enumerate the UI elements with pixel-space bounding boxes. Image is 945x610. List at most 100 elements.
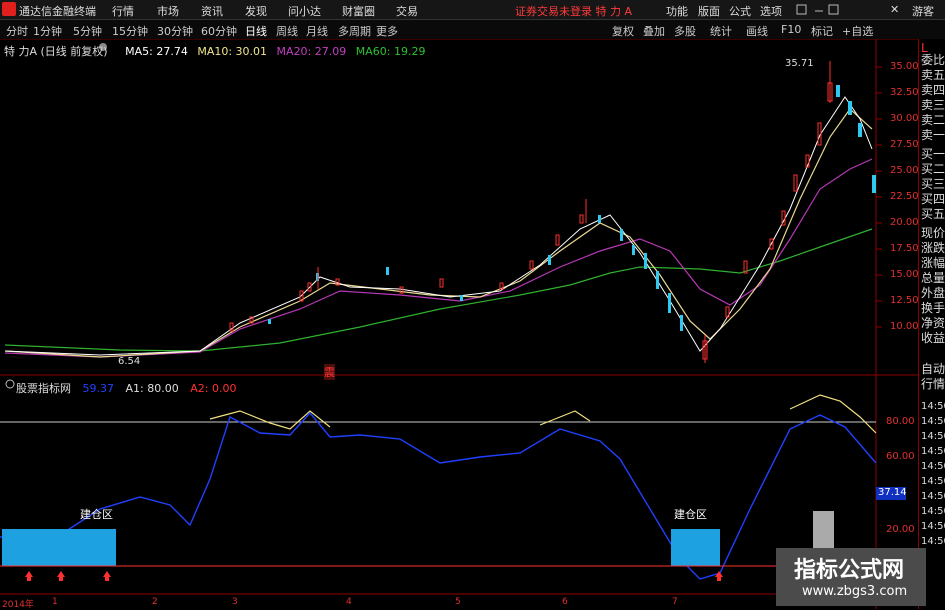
y-tick: 12.50	[890, 295, 919, 306]
rp-ask3: 卖三	[921, 98, 945, 112]
watermark: 指标公式网 www.zbgs3.com	[776, 548, 926, 606]
tick-time: 14:50	[921, 521, 945, 532]
chart-area[interactable]	[0, 39, 918, 609]
accumulation-zone-right	[671, 529, 720, 566]
menu-discover[interactable]: 发现	[245, 3, 267, 19]
adjust-button[interactable]: 复权	[612, 23, 634, 39]
ma60-label: MA60: 19.29	[355, 45, 426, 58]
ma10-label: MA10: 30.01	[197, 45, 268, 58]
period-timeshare[interactable]: 分时	[6, 23, 28, 39]
y-tick: 22.50	[890, 191, 919, 202]
layout-button[interactable]: 版面	[698, 3, 720, 19]
menu-trade[interactable]: 交易	[396, 3, 418, 19]
period-60min[interactable]: 60分钟	[201, 23, 237, 39]
a1-label: A1: 80.00	[125, 382, 179, 395]
y-tick: 35.00	[890, 61, 919, 72]
window-controls[interactable]	[795, 3, 850, 17]
rp-auto[interactable]: 自动	[921, 362, 945, 377]
function-button[interactable]: 功能	[666, 3, 688, 19]
login-notice: 证券交易未登录 特 力 A	[515, 5, 633, 18]
rp-quotes[interactable]: 行情	[921, 377, 945, 392]
x-tick: 7	[672, 597, 678, 607]
price-ticks	[876, 66, 882, 328]
app-logo-icon	[2, 2, 16, 16]
period-toolbar: 分时 1分钟 5分钟 15分钟 30分钟 60分钟 日线 周线 月线 多周期 更…	[0, 20, 945, 40]
x-tick: 5	[455, 597, 461, 607]
indicator-name[interactable]: 股票指标网	[16, 382, 71, 395]
period-1min[interactable]: 1分钟	[33, 23, 62, 39]
rp-bid3: 买三	[921, 177, 945, 191]
period-multi[interactable]: 多周期	[338, 23, 371, 39]
up-arrow-icons	[25, 571, 723, 581]
rp-weibi: 委比	[921, 53, 945, 67]
add-watchlist-button[interactable]: +自选	[842, 23, 873, 39]
menu-market-quotes[interactable]: 行情	[112, 3, 134, 19]
tick-time: 14:50	[921, 491, 945, 502]
ma5-label: MA5: 27.74	[125, 45, 188, 58]
ma10-line	[4, 108, 873, 358]
watermark-title: 指标公式网	[794, 558, 905, 583]
tick-time: 14:50	[921, 446, 945, 457]
menu-news[interactable]: 资讯	[201, 3, 223, 19]
draw-button[interactable]: 画线	[746, 23, 768, 39]
options-button[interactable]: 选项	[760, 3, 782, 19]
y-tick: 30.00	[890, 113, 919, 124]
menu-wealth[interactable]: 财富圈	[342, 3, 375, 19]
f10-button[interactable]: F10	[781, 23, 801, 36]
y-tick: 17.50	[890, 243, 919, 254]
main-chart-header: 特 力A (日线 前复权) MA5: 27.74 MA10: 30.01 MA2…	[4, 43, 425, 59]
a2-label: A2: 0.00	[190, 382, 237, 395]
overlay-button[interactable]: 叠加	[643, 23, 665, 39]
ma5-line	[4, 96, 873, 356]
watermark-url: www.zbgs3.com	[802, 584, 908, 599]
tick-time: 14:50	[921, 416, 945, 427]
period-15min[interactable]: 15分钟	[112, 23, 148, 39]
close-icon[interactable]: ✕	[890, 3, 899, 16]
rp-earnings: 收益	[921, 331, 945, 345]
zone-label-left: 建仓区	[80, 508, 113, 521]
tick-time: 14:50	[921, 506, 945, 517]
stats-button[interactable]: 统计	[710, 23, 732, 39]
rp-pct: 涨幅	[921, 256, 945, 270]
period-30min[interactable]: 30分钟	[157, 23, 193, 39]
period-5min[interactable]: 5分钟	[73, 23, 102, 39]
period-weekly[interactable]: 周线	[276, 23, 298, 39]
period-more[interactable]: 更多	[376, 23, 398, 39]
x-tick: 2014年	[2, 600, 34, 610]
rp-price: 现价	[921, 226, 945, 240]
sub-y-tick: 20.00	[886, 524, 915, 535]
rp-bid2: 买二	[921, 162, 945, 176]
x-tick: 3	[232, 597, 238, 607]
accumulation-zone-left	[2, 529, 116, 566]
rp-bid5: 买五	[921, 207, 945, 221]
y-tick: 25.00	[890, 165, 919, 176]
mark-button[interactable]: 标记	[811, 23, 833, 39]
sub-y-tick: 60.00	[886, 451, 915, 462]
rp-ask4: 卖四	[921, 83, 945, 97]
formula-button[interactable]: 公式	[729, 3, 751, 19]
multi-stock-button[interactable]: 多股	[674, 23, 696, 39]
ma20-label: MA20: 27.09	[276, 45, 347, 58]
current-value: 37.14	[878, 487, 907, 498]
menu-ask[interactable]: 问小达	[288, 3, 321, 19]
period-monthly[interactable]: 月线	[306, 23, 328, 39]
event-marker[interactable]: 震	[324, 364, 335, 380]
menu-market[interactable]: 市场	[157, 3, 179, 19]
rp-ask1: 卖一	[921, 128, 945, 142]
quote-panel: L 委比 卖五 卖四 卖三 卖二 卖一 买一 买二 买三 买四 买五 现价 涨跌…	[918, 39, 945, 609]
tick-time: 14:50	[921, 401, 945, 412]
guest-label[interactable]: 游客	[912, 3, 934, 19]
period-daily[interactable]: 日线	[245, 23, 267, 39]
y-tick: 15.00	[890, 269, 919, 280]
stock-title: 特 力A (日线 前复权)	[4, 45, 108, 58]
rp-bid4: 买四	[921, 192, 945, 206]
y-tick: 27.50	[890, 139, 919, 150]
tick-time: 14:50	[921, 536, 945, 547]
y-tick: 20.00	[890, 217, 919, 228]
zone-label-right: 建仓区	[674, 508, 707, 521]
sub-y-tick: 80.00	[886, 416, 915, 427]
high-price-label: 35.71	[785, 58, 814, 69]
rp-ask2: 卖二	[921, 113, 945, 127]
ma20-line	[4, 158, 873, 358]
rp-bid1: 买一	[921, 147, 945, 161]
